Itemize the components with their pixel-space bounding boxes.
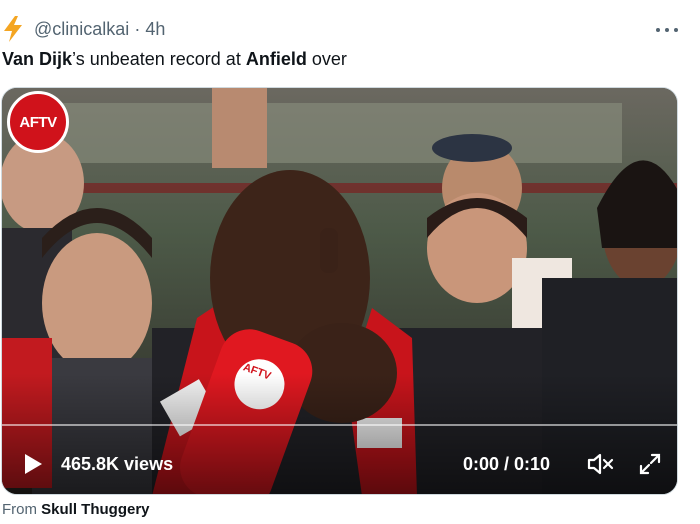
time-display: 0:00 / 0:10 (463, 454, 551, 474)
play-icon[interactable] (22, 453, 44, 475)
author-handle[interactable]: @clinicalkai (34, 19, 129, 39)
source-attribution: From Skull Thuggery (2, 501, 150, 518)
source-prefix: From (2, 501, 37, 518)
tweet-text-part-2: ’s unbeaten record at (72, 49, 246, 69)
view-count: 465.8K views (61, 454, 174, 474)
separator-dot: · (134, 19, 141, 39)
tweet-text-part-4: over (306, 49, 347, 69)
channel-logo-badge: AFTV (7, 91, 69, 153)
volume-icon[interactable] (587, 452, 615, 476)
fullscreen-icon[interactable] (638, 452, 662, 476)
tweet-text-bold-1: Van Dijk (2, 49, 73, 69)
author-handle-line[interactable]: @clinicalkai · 4h (34, 19, 165, 40)
video-progress-bar[interactable] (2, 424, 677, 426)
video-player[interactable]: AFTV AFTV 465.8K views 0:00 / 0:10 (1, 87, 678, 495)
lightning-bolt-icon (4, 16, 22, 42)
video-frame (2, 88, 677, 494)
tweet-time[interactable]: 4h (145, 19, 165, 39)
tweet-text: Van Dijk’s unbeaten record at Anfield ov… (2, 49, 347, 70)
video-controls: 465.8K views 0:00 / 0:10 (2, 444, 677, 484)
source-name-link[interactable]: Skull Thuggery (41, 501, 149, 518)
tweet-header: @clinicalkai · 4h (0, 16, 700, 42)
tweet-text-bold-2: Anfield (245, 49, 307, 69)
more-options-icon[interactable] (652, 20, 682, 40)
